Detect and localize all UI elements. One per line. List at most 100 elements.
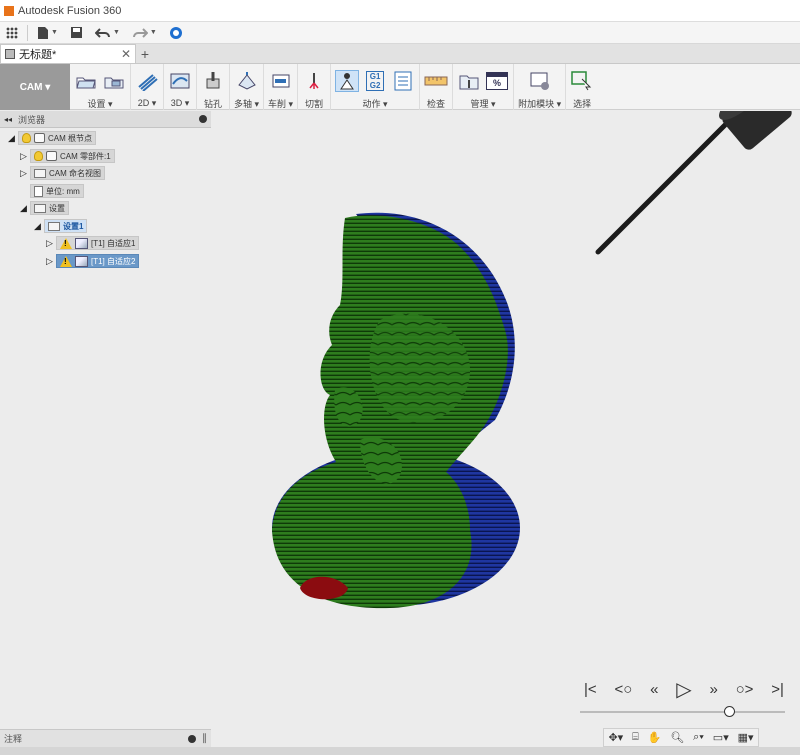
setup-sheet-icon[interactable]: [391, 70, 415, 92]
new-tab-button[interactable]: +: [136, 44, 154, 63]
measure-icon[interactable]: [424, 70, 448, 92]
quick-access-toolbar: ▼ ▼ ▼: [0, 22, 800, 44]
2d-milling-icon[interactable]: [135, 70, 159, 92]
ribbon-group-multiaxis[interactable]: 多轴 ▾: [230, 64, 265, 110]
file-icon: [38, 26, 48, 39]
app-title: Autodesk Fusion 360: [18, 4, 122, 17]
close-tab-icon[interactable]: ✕: [121, 47, 131, 61]
adaptive-operation-icon: [75, 255, 88, 267]
collapsed-triangle-icon[interactable]: ▷: [46, 256, 56, 267]
warning-icon: [60, 237, 72, 249]
document-title: 无标题*: [19, 49, 57, 61]
ribbon-label: 切割: [305, 99, 324, 109]
tree-node-adaptive2[interactable]: ▷ [T1] 自适应2: [46, 254, 140, 268]
collapsed-triangle-icon[interactable]: ▷: [46, 238, 56, 249]
data-panel-button[interactable]: [163, 22, 189, 44]
ribbon-group-2d[interactable]: 2D ▾: [131, 64, 164, 110]
tree-node-units[interactable]: 单位: mm: [30, 184, 84, 198]
setup-folder-icon[interactable]: [102, 70, 126, 92]
pan-icon[interactable]: ✋: [648, 731, 662, 744]
add-ins-icon[interactable]: [528, 70, 552, 92]
new-setup-icon[interactable]: [74, 70, 98, 92]
3d-milling-icon[interactable]: [168, 70, 192, 92]
ribbon-group-inspect[interactable]: 检查: [420, 64, 454, 110]
app-grid-button[interactable]: [0, 22, 24, 44]
skip-to-end-icon[interactable]: >|: [771, 681, 784, 698]
ribbon-label: 钻孔: [203, 99, 222, 109]
component-icon: [46, 151, 57, 161]
ribbon-label: 动作 ▾: [362, 99, 388, 109]
ribbon-label: 选择: [573, 99, 592, 109]
drill-icon[interactable]: [201, 70, 225, 92]
ribbon-group-cutting[interactable]: 切割: [298, 64, 332, 110]
fast-forward-icon[interactable]: »: [709, 681, 717, 698]
tree-node-named-views[interactable]: ▷ CAM 命名视图: [20, 166, 105, 180]
post-library-icon[interactable]: %: [485, 70, 509, 92]
ribbon-label: 车削 ▾: [268, 99, 294, 109]
tree-node-cam-root[interactable]: ◢ CAM 根节点: [8, 131, 96, 145]
tree-node-label: [T1] 自适应2: [91, 256, 136, 266]
ribbon-group-select[interactable]: 选择: [566, 64, 598, 110]
ribbon-group-turning[interactable]: 车削 ▾: [264, 64, 299, 110]
tree-node-setups[interactable]: ◢ 设置: [20, 201, 69, 215]
document-tab[interactable]: 无标题* ✕: [0, 44, 136, 63]
ribbon-group-setup[interactable]: 设置 ▾: [70, 64, 131, 110]
ribbon-group-drilling[interactable]: 钻孔: [197, 64, 230, 110]
collapse-comments-icon[interactable]: ∥: [202, 733, 207, 744]
simulation-timeline-slider[interactable]: [580, 711, 785, 713]
ribbon-group-3d[interactable]: 3D ▾: [164, 64, 197, 110]
redo-button[interactable]: ▼: [126, 22, 163, 44]
grid-settings-icon[interactable]: ▦▾: [738, 731, 754, 744]
fit-icon[interactable]: ⌕▾: [693, 731, 704, 744]
select-icon[interactable]: [570, 70, 594, 92]
post-process-icon[interactable]: G1 G2: [363, 70, 387, 92]
undo-button[interactable]: ▼: [89, 22, 126, 44]
workspace-switcher[interactable]: CAM ▾: [0, 64, 70, 110]
multi-axis-icon[interactable]: [235, 70, 259, 92]
display-settings-icon[interactable]: ▭▾: [713, 731, 729, 744]
ribbon-group-actions[interactable]: G1 G2 动作 ▾: [331, 64, 421, 110]
ribbon-group-manage[interactable]: % 管理 ▾: [453, 64, 515, 110]
add-comment-icon[interactable]: [188, 734, 196, 743]
tree-node-label: CAM 根节点: [48, 133, 92, 143]
tree-node-adaptive1[interactable]: ▷ [T1] 自适应1: [46, 236, 140, 250]
cutting-icon[interactable]: [302, 70, 326, 92]
ribbon-group-addins[interactable]: 附加模块 ▾: [514, 64, 567, 110]
step-back-icon[interactable]: <○: [614, 681, 632, 698]
expanded-triangle-icon[interactable]: ◢: [8, 133, 18, 144]
expanded-triangle-icon[interactable]: ◢: [20, 203, 30, 214]
chevron-down-icon: ▼: [149, 29, 157, 36]
panel-pin-icon[interactable]: [199, 115, 207, 123]
file-menu-button[interactable]: ▼: [31, 22, 64, 44]
simulation-playback-controls: |< <○ « ▷ » ○> >|: [584, 676, 784, 702]
play-icon[interactable]: ▷: [676, 677, 691, 702]
simulate-icon[interactable]: [335, 69, 360, 92]
status-strip: [0, 747, 800, 755]
save-icon: [70, 27, 82, 38]
turning-icon[interactable]: [269, 70, 293, 92]
g2-label: G2: [369, 80, 381, 90]
zoom-icon[interactable]: 🔍︎: [670, 731, 684, 744]
tree-node-cam-component[interactable]: ▷ CAM 零部件:1: [20, 149, 115, 163]
comments-panel[interactable]: 注释 ∥: [0, 729, 211, 747]
save-button[interactable]: [64, 22, 89, 44]
step-forward-icon[interactable]: ○>: [736, 681, 754, 698]
collapsed-triangle-icon[interactable]: ▷: [20, 168, 30, 179]
tree-node-setup1[interactable]: ◢ 设置1: [34, 219, 88, 233]
skip-to-start-icon[interactable]: |<: [584, 681, 597, 698]
browser-header[interactable]: ◂◂ 浏览器: [0, 111, 211, 128]
rewind-icon[interactable]: «: [650, 681, 658, 698]
visibility-bulb-icon[interactable]: [22, 133, 31, 143]
browser-title: 浏览器: [18, 114, 46, 125]
look-at-icon[interactable]: ⌸: [632, 731, 639, 744]
simulation-scene: [272, 78, 792, 609]
3d-viewport[interactable]: [212, 78, 800, 747]
expanded-triangle-icon[interactable]: ◢: [34, 221, 44, 232]
undo-icon: [94, 27, 110, 38]
collapsed-triangle-icon[interactable]: ▷: [20, 151, 30, 162]
visibility-bulb-icon[interactable]: [34, 151, 43, 161]
tool-library-icon[interactable]: [457, 70, 481, 92]
collapse-panel-icon[interactable]: ◂◂: [4, 115, 12, 124]
ribbon-label: 检查: [427, 99, 446, 109]
orbit-icon[interactable]: ✥▾: [608, 731, 623, 744]
